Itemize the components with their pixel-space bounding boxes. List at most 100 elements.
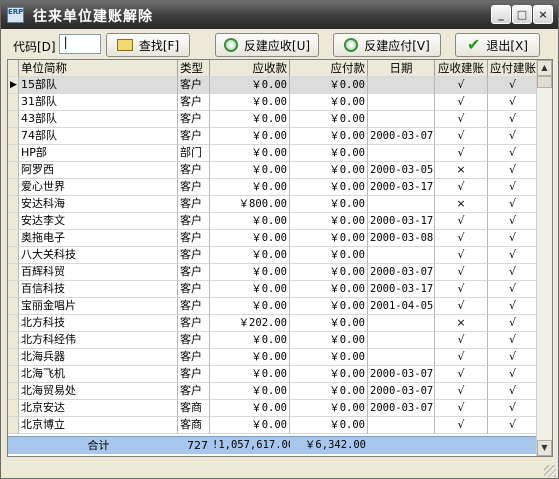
row-receivable-cell[interactable]: ￥0.00 bbox=[210, 77, 290, 94]
row-name-cell[interactable]: 北海飞机 bbox=[19, 366, 178, 383]
row-name-cell[interactable]: 北海兵器 bbox=[19, 349, 178, 366]
row-payable-cell[interactable]: ￥0.00 bbox=[290, 281, 368, 298]
row-type-cell[interactable]: 客户 bbox=[178, 128, 210, 145]
row-receivable-cell[interactable]: ￥0.00 bbox=[210, 281, 290, 298]
table-row[interactable]: 宝丽金唱片 客户 ￥0.00 ￥0.00 2001-04-05 √ √ bbox=[8, 298, 538, 315]
row-pay-created-cell[interactable]: √ bbox=[488, 145, 538, 162]
row-date-cell[interactable] bbox=[368, 77, 435, 94]
row-date-cell[interactable] bbox=[368, 145, 435, 162]
row-date-cell[interactable]: 2000-03-17 bbox=[368, 179, 435, 196]
scroll-up-button[interactable]: ▲ bbox=[537, 60, 552, 76]
row-recv-created-cell[interactable]: √ bbox=[435, 349, 488, 366]
row-date-cell[interactable]: 2000-03-07 bbox=[368, 400, 435, 417]
minimize-button[interactable]: _ bbox=[491, 5, 511, 24]
row-payable-cell[interactable]: ￥0.00 bbox=[290, 315, 368, 332]
row-pay-created-cell[interactable]: √ bbox=[488, 162, 538, 179]
header-date[interactable]: 日期 bbox=[368, 60, 435, 77]
table-row[interactable]: ▶ 15部队 客户 ￥0.00 ￥0.00 √ √ bbox=[8, 77, 538, 94]
table-row[interactable]: 爱心世界 客户 ￥0.00 ￥0.00 2000-03-17 √ √ bbox=[8, 179, 538, 196]
row-pay-created-cell[interactable]: √ bbox=[488, 247, 538, 264]
row-date-cell[interactable]: 2000-03-07 bbox=[368, 383, 435, 400]
row-payable-cell[interactable]: ￥0.00 bbox=[290, 264, 368, 281]
row-receivable-cell[interactable]: ￥0.00 bbox=[210, 111, 290, 128]
exit-button[interactable]: ✔ 退出[X] bbox=[455, 33, 540, 57]
table-row[interactable]: 安达科海 客户 ￥800.00 ￥0.00 × √ bbox=[8, 196, 538, 213]
row-date-cell[interactable] bbox=[368, 196, 435, 213]
row-recv-created-cell[interactable]: √ bbox=[435, 94, 488, 111]
row-receivable-cell[interactable]: ￥0.00 bbox=[210, 383, 290, 400]
row-pay-created-cell[interactable]: √ bbox=[488, 315, 538, 332]
table-row[interactable]: 百信科技 客户 ￥0.00 ￥0.00 2000-03-17 √ √ bbox=[8, 281, 538, 298]
row-recv-created-cell[interactable]: √ bbox=[435, 128, 488, 145]
row-pay-created-cell[interactable]: √ bbox=[488, 77, 538, 94]
row-payable-cell[interactable]: ￥0.00 bbox=[290, 230, 368, 247]
table-row[interactable]: 北方科经伟 客户 ￥0.00 ￥0.00 √ √ bbox=[8, 332, 538, 349]
row-type-cell[interactable]: 客户 bbox=[178, 332, 210, 349]
row-recv-created-cell[interactable]: × bbox=[435, 162, 488, 179]
table-row[interactable]: 八大关科技 客户 ￥0.00 ￥0.00 √ √ bbox=[8, 247, 538, 264]
row-receivable-cell[interactable]: ￥0.00 bbox=[210, 179, 290, 196]
row-recv-created-cell[interactable]: √ bbox=[435, 111, 488, 128]
table-row[interactable]: 31部队 客户 ￥0.00 ￥0.00 √ √ bbox=[8, 94, 538, 111]
row-pay-created-cell[interactable]: √ bbox=[488, 366, 538, 383]
row-recv-created-cell[interactable]: √ bbox=[435, 230, 488, 247]
row-date-cell[interactable] bbox=[368, 315, 435, 332]
table-row[interactable]: 74部队 客户 ￥0.00 ￥0.00 2000-03-07 √ √ bbox=[8, 128, 538, 145]
row-type-cell[interactable]: 客户 bbox=[178, 315, 210, 332]
row-type-cell[interactable]: 客户 bbox=[178, 179, 210, 196]
row-payable-cell[interactable]: ￥0.00 bbox=[290, 162, 368, 179]
row-payable-cell[interactable]: ￥0.00 bbox=[290, 332, 368, 349]
title-bar[interactable]: ERP 往来单位建账解除 _ □ × bbox=[1, 1, 558, 29]
row-type-cell[interactable]: 客户 bbox=[178, 298, 210, 315]
row-name-cell[interactable]: 宝丽金唱片 bbox=[19, 298, 178, 315]
row-payable-cell[interactable]: ￥0.00 bbox=[290, 383, 368, 400]
row-date-cell[interactable]: 2000-03-17 bbox=[368, 213, 435, 230]
row-payable-cell[interactable]: ￥0.00 bbox=[290, 196, 368, 213]
row-name-cell[interactable]: HP部 bbox=[19, 145, 178, 162]
table-row[interactable]: 北京安达 客商 ￥0.00 ￥0.00 2000-03-07 √ √ bbox=[8, 400, 538, 417]
row-name-cell[interactable]: 北京博立 bbox=[19, 417, 178, 434]
row-name-cell[interactable]: 奥拖电子 bbox=[19, 230, 178, 247]
row-type-cell[interactable]: 客户 bbox=[178, 264, 210, 281]
row-type-cell[interactable]: 客户 bbox=[178, 77, 210, 94]
row-type-cell[interactable]: 部门 bbox=[178, 145, 210, 162]
table-row[interactable]: 北海兵器 客户 ￥0.00 ￥0.00 √ √ bbox=[8, 349, 538, 366]
row-payable-cell[interactable]: ￥0.00 bbox=[290, 298, 368, 315]
row-type-cell[interactable]: 客商 bbox=[178, 400, 210, 417]
row-recv-created-cell[interactable]: √ bbox=[435, 366, 488, 383]
row-name-cell[interactable]: 阿罗西 bbox=[19, 162, 178, 179]
row-recv-created-cell[interactable]: √ bbox=[435, 179, 488, 196]
row-receivable-cell[interactable]: ￥0.00 bbox=[210, 230, 290, 247]
vertical-scrollbar[interactable]: ▲ ▼ bbox=[536, 60, 552, 456]
row-type-cell[interactable]: 客户 bbox=[178, 281, 210, 298]
row-name-cell[interactable]: 74部队 bbox=[19, 128, 178, 145]
row-recv-created-cell[interactable]: √ bbox=[435, 400, 488, 417]
row-pay-created-cell[interactable]: √ bbox=[488, 281, 538, 298]
row-pay-created-cell[interactable]: √ bbox=[488, 128, 538, 145]
row-payable-cell[interactable]: ￥0.00 bbox=[290, 77, 368, 94]
row-pay-created-cell[interactable]: √ bbox=[488, 264, 538, 281]
row-pay-created-cell[interactable]: √ bbox=[488, 349, 538, 366]
row-pay-created-cell[interactable]: √ bbox=[488, 94, 538, 111]
row-receivable-cell[interactable]: ￥0.00 bbox=[210, 400, 290, 417]
row-receivable-cell[interactable]: ￥0.00 bbox=[210, 94, 290, 111]
row-recv-created-cell[interactable]: √ bbox=[435, 281, 488, 298]
row-date-cell[interactable]: 2000-03-17 bbox=[368, 281, 435, 298]
row-receivable-cell[interactable]: ￥0.00 bbox=[210, 366, 290, 383]
row-name-cell[interactable]: 北京安达 bbox=[19, 400, 178, 417]
find-button[interactable]: 查找[F] bbox=[106, 33, 190, 57]
row-pay-created-cell[interactable]: √ bbox=[488, 179, 538, 196]
row-payable-cell[interactable]: ￥0.00 bbox=[290, 128, 368, 145]
row-pay-created-cell[interactable]: √ bbox=[488, 213, 538, 230]
row-name-cell[interactable]: 安达科海 bbox=[19, 196, 178, 213]
table-row[interactable]: HP部 部门 ￥0.00 ￥0.00 √ √ bbox=[8, 145, 538, 162]
row-date-cell[interactable] bbox=[368, 111, 435, 128]
table-row[interactable]: 阿罗西 客户 ￥0.00 ￥0.00 2000-03-05 × √ bbox=[8, 162, 538, 179]
row-name-cell[interactable]: 八大关科技 bbox=[19, 247, 178, 264]
row-pay-created-cell[interactable]: √ bbox=[488, 298, 538, 315]
row-date-cell[interactable] bbox=[368, 417, 435, 434]
row-name-cell[interactable]: 百辉科贸 bbox=[19, 264, 178, 281]
row-date-cell[interactable] bbox=[368, 247, 435, 264]
row-date-cell[interactable]: 2000-03-08 bbox=[368, 230, 435, 247]
row-date-cell[interactable]: 2000-03-07 bbox=[368, 366, 435, 383]
